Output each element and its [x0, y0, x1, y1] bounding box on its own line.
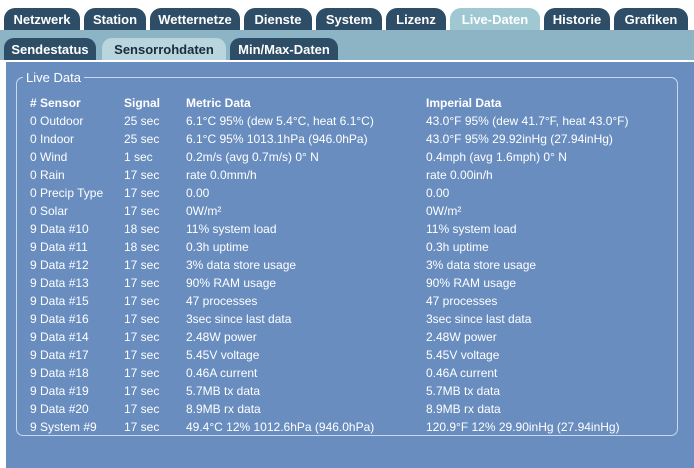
signal-age: 25 sec: [124, 114, 160, 128]
header-sensor: # Sensor: [30, 96, 81, 110]
signal-age: 17 sec: [124, 348, 160, 362]
metric-value: 0W/m²: [186, 204, 222, 218]
imperial-value: 2.48W power: [426, 330, 497, 344]
sub-tab-bar: Sendestatus Sensorrohdaten Min/Max-Daten: [0, 30, 694, 60]
sensor-name: 9 Data #19: [30, 384, 89, 398]
content-area: Live Data # Sensor Signal Metric Data Im…: [0, 60, 694, 468]
signal-age: 17 sec: [124, 258, 160, 272]
signal-age: 18 sec: [124, 222, 160, 236]
imperial-value: 43.0°F 95% 29.92inHg (27.94inHg): [426, 132, 613, 146]
sensor-name: 9 Data #17: [30, 348, 89, 362]
metric-value: 0.3h uptime: [186, 240, 249, 254]
imperial-value: 0W/m²: [426, 204, 462, 218]
tab-netzwerk[interactable]: Netzwerk: [4, 8, 80, 30]
imperial-value: 90% RAM usage: [426, 276, 517, 290]
sensor-name: 9 Data #11: [30, 240, 88, 254]
imperial-value: 43.0°F 95% (dew 41.7°F, heat 43.0°F): [426, 114, 629, 128]
imperial-value: 5.7MB tx data: [426, 384, 501, 398]
tab-station[interactable]: Station: [84, 8, 146, 30]
sensor-name: 9 Data #15: [30, 294, 89, 308]
live-data-legend: Live Data: [26, 70, 81, 85]
tab-grafiken[interactable]: Grafiken: [614, 8, 688, 30]
sensor-name: 0 Outdoor: [30, 114, 84, 128]
imperial-value: 0.46A current: [426, 366, 498, 380]
sensor-name: 0 Wind: [30, 150, 68, 164]
imperial-value: 120.9°F 12% 29.90inHg (27.94inHg): [426, 420, 620, 434]
sensor-name: 9 Data #12: [30, 258, 89, 272]
tab-lizenz[interactable]: Lizenz: [386, 8, 446, 30]
tab-system[interactable]: System: [316, 8, 382, 30]
tab-wetternetze[interactable]: Wetternetze: [150, 8, 240, 30]
signal-age: 17 sec: [124, 402, 160, 416]
metric-value: 47 processes: [186, 294, 258, 308]
metric-value: 3sec since last data: [186, 312, 292, 326]
imperial-value: 0.4mph (avg 1.6mph) 0° N: [426, 150, 567, 164]
metric-value: rate 0.0mm/h: [186, 168, 257, 182]
metric-value: 5.45V voltage: [186, 348, 260, 362]
signal-age: 17 sec: [124, 204, 160, 218]
imperial-value: 11% system load: [426, 222, 517, 236]
signal-age: 17 sec: [124, 168, 160, 182]
metric-value: 0.00: [186, 186, 210, 200]
subtab-sensorrohdaten[interactable]: Sensorrohdaten: [102, 38, 226, 60]
sensor-name: 9 Data #10: [30, 222, 89, 236]
imperial-value: 8.9MB rx data: [426, 402, 501, 416]
signal-age: 25 sec: [124, 132, 160, 146]
signal-age: 17 sec: [124, 330, 160, 344]
tab-live-daten[interactable]: Live-Daten: [450, 8, 540, 30]
metric-value: 6.1°C 95% 1013.1hPa (946.0hPa): [186, 132, 368, 146]
sensor-name: 9 Data #18: [30, 366, 89, 380]
imperial-value: rate 0.00in/h: [426, 168, 493, 182]
signal-age: 17 sec: [124, 186, 160, 200]
sensor-name: 9 Data #14: [30, 330, 89, 344]
imperial-value: 0.00: [426, 186, 450, 200]
metric-value: 11% system load: [186, 222, 277, 236]
imperial-value: 0.3h uptime: [426, 240, 489, 254]
metric-value: 6.1°C 95% (dew 5.4°C, heat 6.1°C): [186, 114, 374, 128]
imperial-value: 3sec since last data: [426, 312, 532, 326]
subtab-min-max-daten[interactable]: Min/Max-Daten: [230, 38, 338, 60]
metric-value: 0.2m/s (avg 0.7m/s) 0° N: [186, 150, 319, 164]
metric-value: 0.46A current: [186, 366, 258, 380]
header-imperial: Imperial Data: [426, 96, 502, 110]
signal-age: 17 sec: [124, 312, 160, 326]
sensor-name: 9 Data #13: [30, 276, 89, 290]
signal-age: 17 sec: [124, 366, 160, 380]
signal-age: 17 sec: [124, 384, 160, 398]
signal-age: 1 sec: [124, 150, 153, 164]
sensor-name: 0 Solar: [30, 204, 69, 218]
signal-age: 17 sec: [124, 294, 160, 308]
tab-historie[interactable]: Historie: [544, 8, 610, 30]
metric-value: 49.4°C 12% 1012.6hPa (946.0hPa): [186, 420, 375, 434]
main-tab-bar: Netzwerk Station Wetternetze Dienste Sys…: [0, 0, 694, 32]
signal-age: 17 sec: [124, 276, 160, 290]
sensor-name: 9 Data #20: [30, 402, 89, 416]
metric-value: 5.7MB tx data: [186, 384, 261, 398]
sensor-name: 9 System #9: [30, 420, 97, 434]
metric-value: 90% RAM usage: [186, 276, 277, 290]
metric-value: 2.48W power: [186, 330, 257, 344]
metric-value: 8.9MB rx data: [186, 402, 261, 416]
imperial-value: 5.45V voltage: [426, 348, 500, 362]
header-signal: Signal: [124, 96, 161, 110]
signal-age: 18 sec: [124, 240, 160, 254]
sensor-name: 0 Rain: [30, 168, 65, 182]
subtab-sendestatus[interactable]: Sendestatus: [4, 38, 96, 60]
imperial-value: 47 processes: [426, 294, 498, 308]
imperial-value: 3% data store usage: [426, 258, 537, 272]
header-metric: Metric Data: [186, 96, 251, 110]
live-data-panel: Live Data # Sensor Signal Metric Data Im…: [6, 62, 694, 468]
sensor-name: 9 Data #16: [30, 312, 89, 326]
sensor-name: 0 Precip Type: [30, 186, 104, 200]
metric-value: 3% data store usage: [186, 258, 297, 272]
signal-age: 17 sec: [124, 420, 160, 434]
sensor-name: 0 Indoor: [30, 132, 75, 146]
tab-dienste[interactable]: Dienste: [244, 8, 312, 30]
